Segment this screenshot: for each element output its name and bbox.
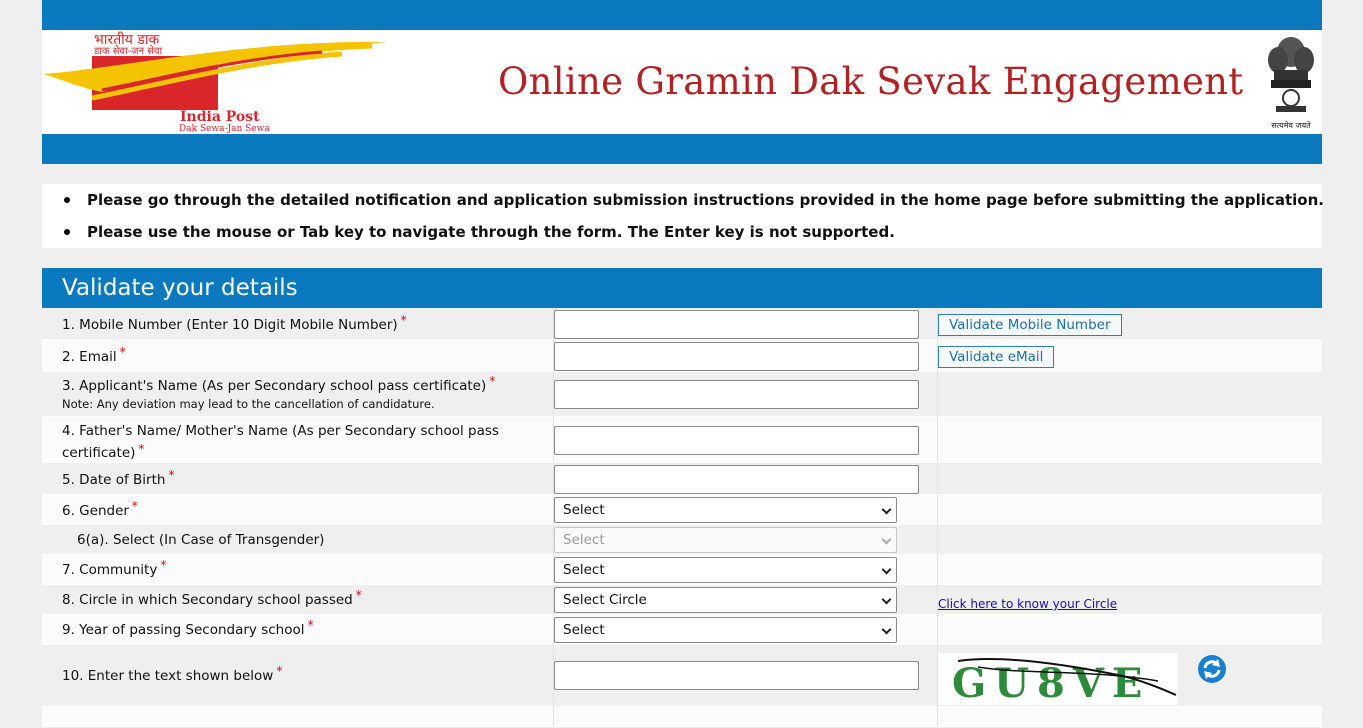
applicant-name-note: Note: Any deviation may lead to the canc… bbox=[62, 397, 435, 411]
know-circle-link[interactable]: Click here to know your Circle bbox=[938, 597, 1117, 611]
form-row-year: 9. Year of passing Secondary school * Sel… bbox=[42, 615, 1322, 645]
validation-form: 1. Mobile Number (Enter 10 Digit Mobile … bbox=[42, 308, 1322, 727]
form-row-captcha: 10. Enter the text shown below * GU8VE bbox=[42, 645, 1322, 707]
form-row-community: 7. Community * Select bbox=[42, 555, 1322, 585]
form-row-gender: 6. Gender * Select bbox=[42, 495, 1322, 525]
validate-mobile-button[interactable]: Validate Mobile Number bbox=[938, 314, 1122, 336]
column-divider bbox=[937, 555, 938, 584]
circle-label: 8. Circle in which Secondary school pass… bbox=[62, 588, 362, 608]
top-blue-bar bbox=[42, 0, 1322, 30]
gender-label: 6. Gender * bbox=[62, 499, 138, 519]
form-row-circle: 8. Circle in which Secondary school pass… bbox=[42, 585, 1322, 615]
captcha-label: 10. Enter the text shown below * bbox=[62, 664, 283, 684]
email-label: 2. Email * bbox=[62, 345, 126, 365]
form-row-email: 2. Email * Validate eMail bbox=[42, 340, 1322, 372]
column-divider bbox=[553, 707, 554, 726]
column-divider bbox=[937, 707, 938, 726]
logo-name-text: India Post bbox=[180, 109, 260, 125]
column-divider bbox=[937, 372, 938, 416]
header-bottom-bar bbox=[42, 134, 1322, 164]
chevron-down-icon bbox=[881, 594, 892, 605]
email-input[interactable] bbox=[554, 342, 919, 371]
column-divider bbox=[937, 417, 938, 462]
form-row-dob: 5. Date of Birth * bbox=[42, 463, 1322, 495]
form-row-parent-name: 4. Father's Name/ Mother's Name (As per … bbox=[42, 417, 1322, 463]
instructions-notice: Please go through the detailed notificat… bbox=[42, 184, 1324, 248]
column-divider bbox=[937, 615, 938, 644]
year-select[interactable]: Select bbox=[554, 617, 897, 643]
mobile-number-input[interactable] bbox=[554, 310, 919, 339]
column-divider bbox=[937, 495, 938, 524]
validate-email-button[interactable]: Validate eMail bbox=[938, 346, 1055, 368]
community-label: 7. Community * bbox=[62, 558, 167, 578]
parent-name-input[interactable] bbox=[554, 426, 919, 455]
emblem-motto: सत्यमेव जयते bbox=[1271, 120, 1311, 130]
column-divider bbox=[937, 463, 938, 494]
transgender-select: Select bbox=[554, 527, 897, 553]
applicant-name-input[interactable] bbox=[554, 380, 919, 409]
page: भारतीय डाक डाक सेवा-जन सेवा India Post D… bbox=[0, 0, 1363, 728]
logo-hindi-tagline: डाक सेवा-जन सेवा bbox=[93, 45, 163, 57]
chevron-down-icon bbox=[881, 504, 892, 515]
applicant-name-label: 3. Applicant's Name (As per Secondary sc… bbox=[62, 374, 496, 411]
page-title: Online Gramin Dak Sevak Engagement bbox=[498, 60, 1244, 103]
form-row-mobile: 1. Mobile Number (Enter 10 Digit Mobile … bbox=[42, 308, 1322, 340]
dob-input[interactable] bbox=[554, 465, 919, 494]
year-label: 9. Year of passing Secondary school * bbox=[62, 618, 314, 638]
form-row-applicant-name: 3. Applicant's Name (As per Secondary sc… bbox=[42, 372, 1322, 417]
captcha-image: GU8VE bbox=[938, 653, 1178, 707]
notice-item: Please use the mouse or Tab key to navig… bbox=[42, 216, 1322, 248]
india-post-logo: भारतीय डाक डाक सेवा-जन सेवा India Post D… bbox=[42, 30, 402, 134]
logo-tagline-text: Dak Sewa-Jan Sewa bbox=[179, 124, 270, 134]
circle-select[interactable]: Select Circle bbox=[554, 587, 897, 613]
notice-item: Please go through the detailed notificat… bbox=[42, 184, 1324, 216]
mobile-label: 1. Mobile Number (Enter 10 Digit Mobile … bbox=[62, 313, 407, 333]
gender-select[interactable]: Select bbox=[554, 497, 897, 523]
transgender-label: 6(a). Select (In Case of Transgender) bbox=[77, 532, 325, 548]
refresh-icon[interactable] bbox=[1196, 653, 1228, 685]
form-row-transgender: 6(a). Select (In Case of Transgender) Se… bbox=[42, 525, 1322, 555]
header: भारतीय डाक डाक सेवा-जन सेवा India Post D… bbox=[42, 30, 1322, 134]
chevron-down-icon bbox=[881, 534, 892, 545]
chevron-down-icon bbox=[881, 564, 892, 575]
national-emblem-icon: सत्यमेव जयते bbox=[1260, 30, 1322, 134]
community-select[interactable]: Select bbox=[554, 557, 897, 583]
form-row-next bbox=[42, 707, 1322, 727]
chevron-down-icon bbox=[881, 624, 892, 635]
captcha-text: GU8VE bbox=[952, 660, 1150, 705]
dob-label: 5. Date of Birth * bbox=[62, 468, 175, 488]
parent-name-label: 4. Father's Name/ Mother's Name (As per … bbox=[62, 423, 499, 461]
form-heading: Validate your details bbox=[42, 268, 1322, 308]
column-divider bbox=[937, 525, 938, 554]
captcha-input[interactable] bbox=[554, 661, 919, 690]
